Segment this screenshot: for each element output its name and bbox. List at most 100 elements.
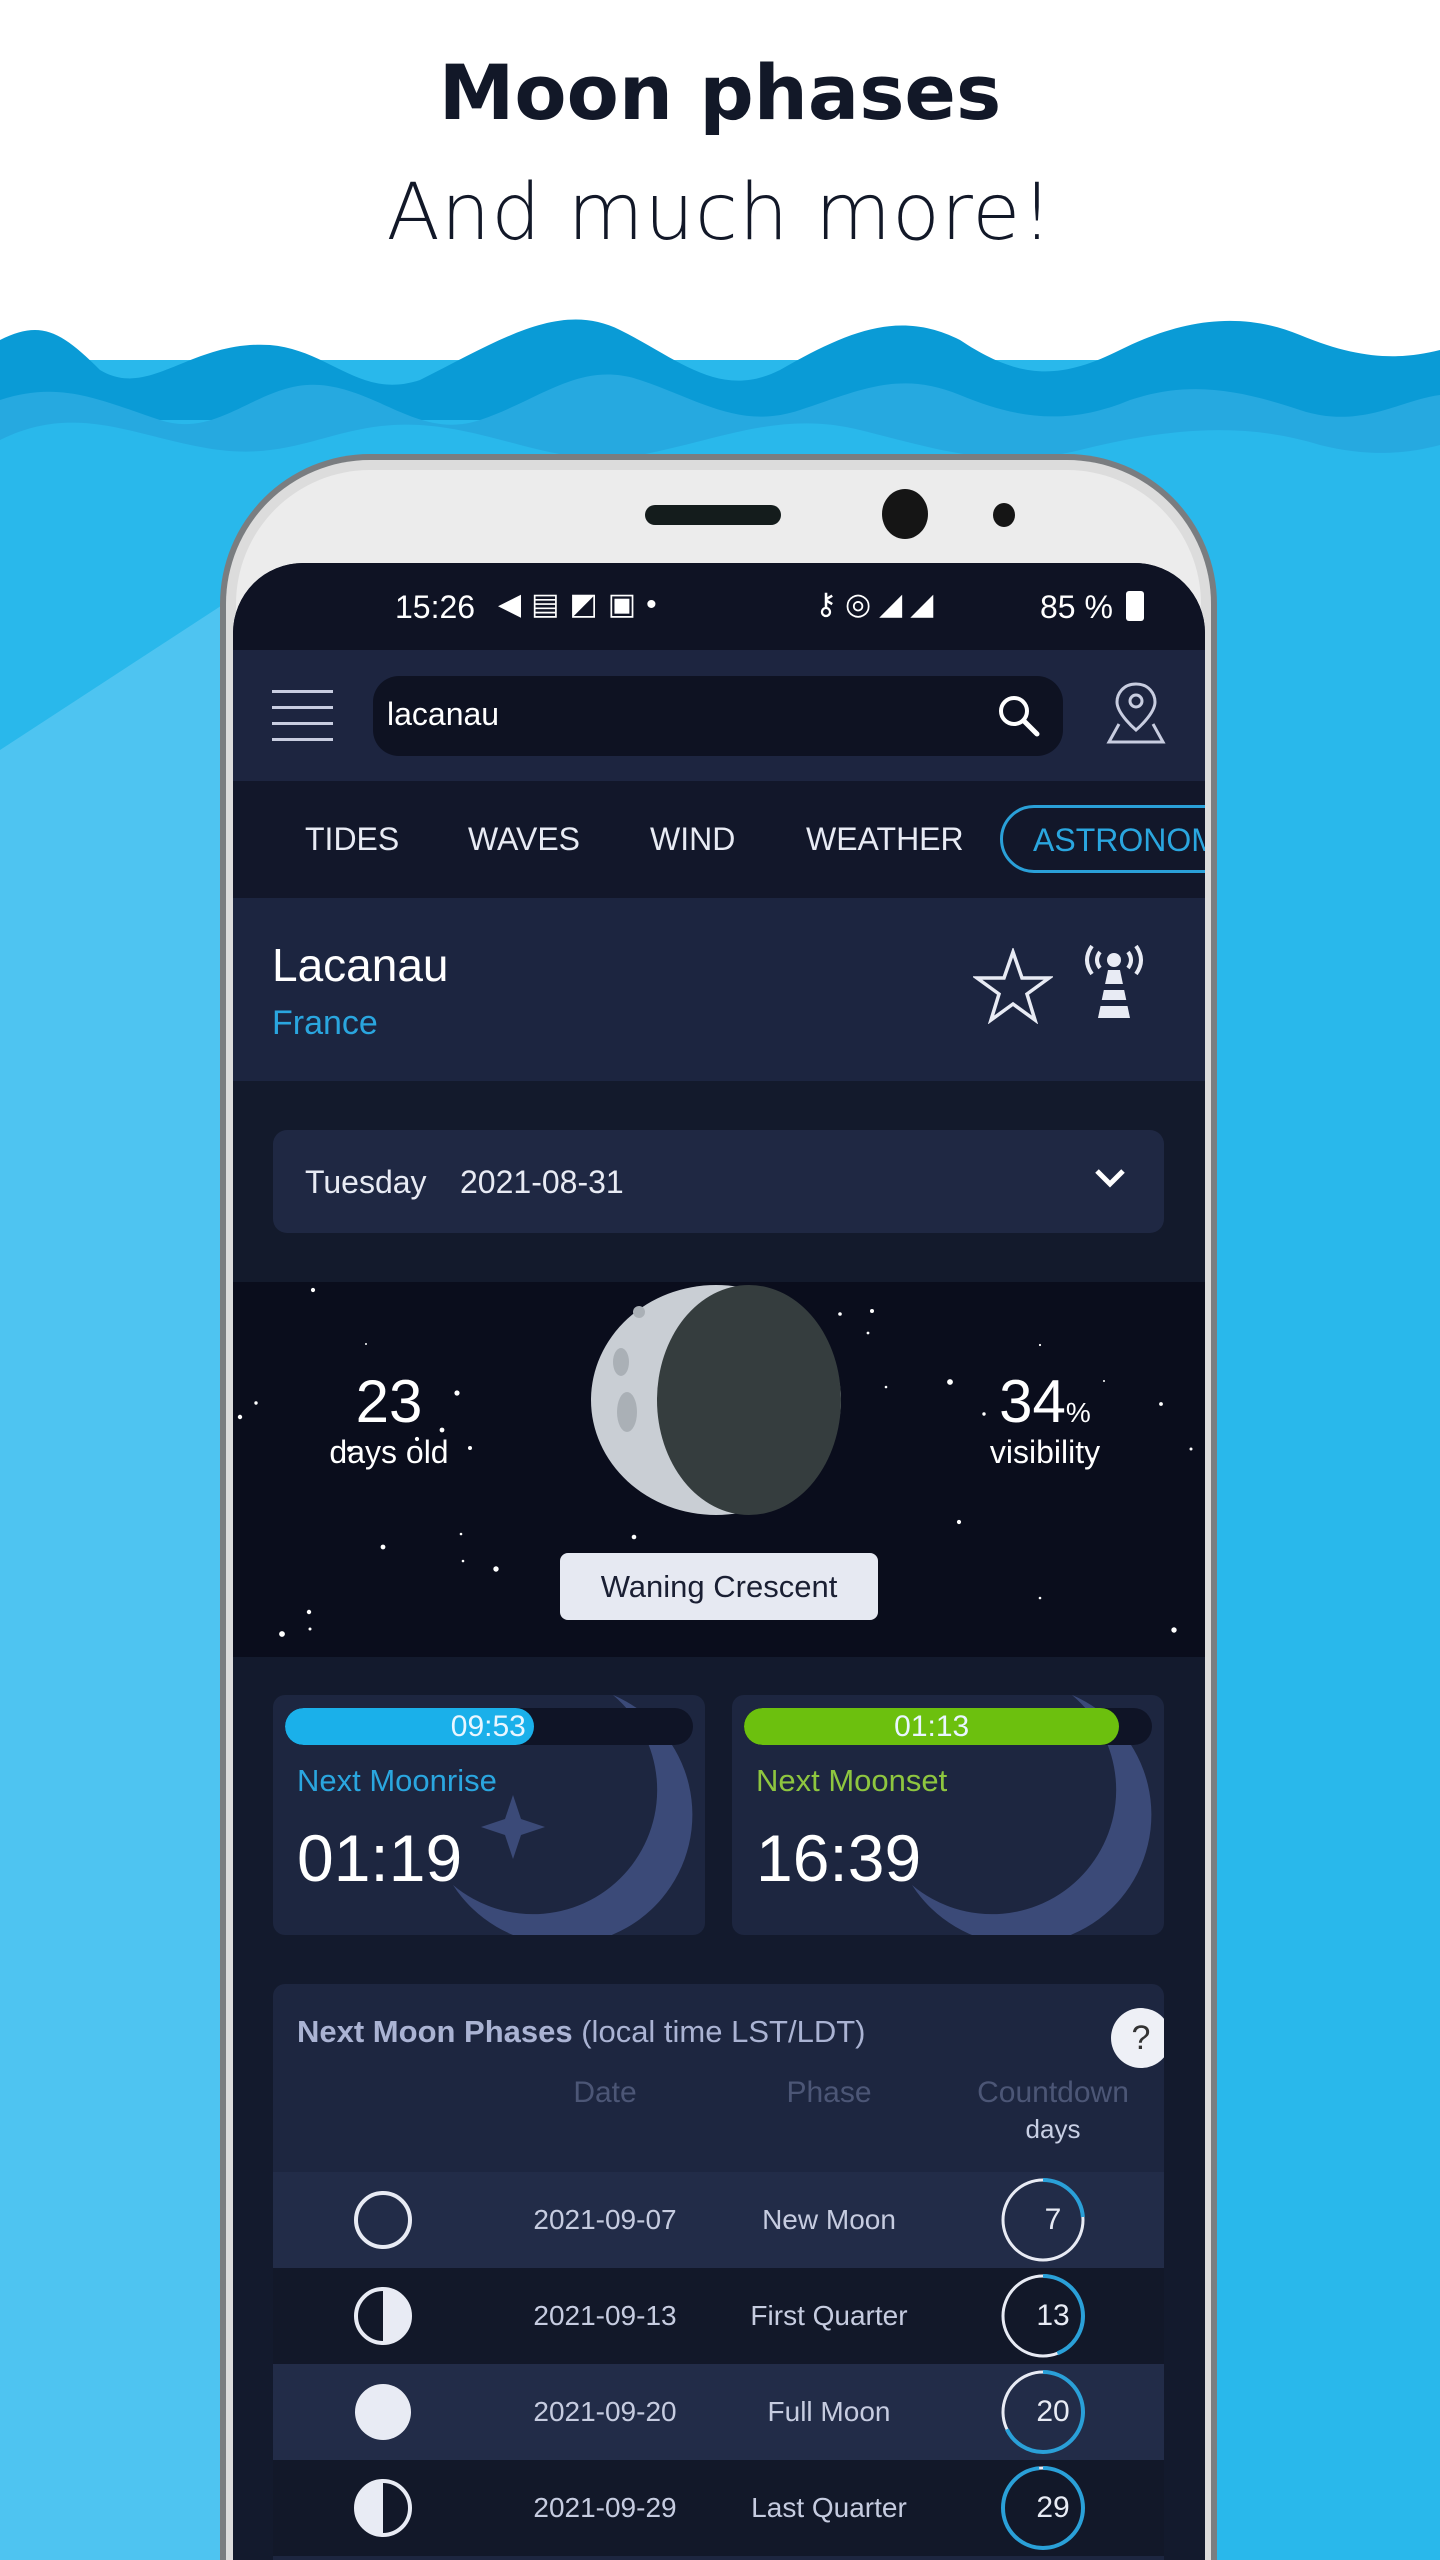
promo-subline: And much more! bbox=[386, 168, 1054, 258]
star bbox=[459, 1532, 463, 1536]
star bbox=[884, 1385, 888, 1389]
new-moon-icon bbox=[354, 2191, 412, 2249]
notification-icons: ◀▤◩▣• bbox=[498, 588, 667, 621]
tab-waves[interactable]: WAVES bbox=[468, 781, 580, 898]
tab-astronomy[interactable]: ASTRONOMY bbox=[1000, 805, 1205, 873]
tab-weather[interactable]: WEATHER bbox=[806, 781, 964, 898]
moonrise-time: 01:19 bbox=[297, 1821, 463, 1895]
star bbox=[461, 1559, 465, 1563]
location-country: France bbox=[272, 1004, 378, 1042]
countdown-days: 20 bbox=[1036, 2395, 1070, 2428]
star bbox=[866, 1331, 870, 1335]
moon-visibility-label: visibility bbox=[989, 1434, 1101, 1470]
star bbox=[308, 1627, 312, 1631]
visibility-value: 34 bbox=[999, 1368, 1066, 1435]
star bbox=[254, 1401, 258, 1405]
phone-sensor bbox=[993, 503, 1015, 527]
moonset-label: Next Moonset bbox=[756, 1763, 948, 1798]
phase-name: First Quarter bbox=[750, 2300, 908, 2331]
countdown-days: 29 bbox=[1036, 2491, 1070, 2524]
moon-phase-display: 23 days old 34% visibility Waning Cresce… bbox=[233, 1282, 1205, 1657]
status-time: 15:26 bbox=[395, 589, 476, 625]
column-header-unit: days bbox=[1025, 2114, 1081, 2144]
moonrise-label: Next Moonrise bbox=[297, 1763, 497, 1798]
first-quarter-icon bbox=[354, 2287, 412, 2345]
tab-wind[interactable]: WIND bbox=[650, 781, 735, 898]
star bbox=[380, 1544, 386, 1550]
phase-date: 2021-09-13 bbox=[533, 2300, 677, 2331]
star bbox=[310, 1287, 316, 1293]
phase-name: Last Quarter bbox=[751, 2492, 907, 2523]
last-quarter-icon bbox=[354, 2479, 412, 2537]
moonset-time: 16:39 bbox=[756, 1821, 922, 1895]
moon-image bbox=[591, 1285, 841, 1515]
hamburger-icon[interactable] bbox=[272, 690, 333, 741]
moonrise-progress-bar: 09:53 bbox=[285, 1708, 693, 1745]
table-row: 2021-09-29 Last Quarter 29 bbox=[273, 2460, 1164, 2556]
details-section: 09:53 Next Moonrise 01:19 01:13 Next Moo… bbox=[233, 1657, 1205, 2560]
star bbox=[493, 1566, 499, 1572]
phases-title: Next Moon Phases (local time LST/LDT) bbox=[297, 2014, 865, 2050]
phone-camera bbox=[882, 489, 928, 539]
star-icon[interactable] bbox=[973, 948, 1053, 1024]
location-header: Lacanau France bbox=[233, 898, 1205, 1081]
star bbox=[279, 1631, 285, 1637]
phone-speaker bbox=[645, 505, 781, 525]
moon-age-label: days old bbox=[329, 1434, 449, 1470]
tab-tides[interactable]: TIDES bbox=[305, 781, 399, 898]
star bbox=[1171, 1627, 1177, 1633]
help-button[interactable]: ? bbox=[1111, 2008, 1164, 2068]
moonset-card: 01:13 Next Moonset 16:39 bbox=[732, 1695, 1164, 1935]
phases-title-note: (local time LST/LDT) bbox=[572, 2014, 866, 2049]
app-screen: 15:26 ◀▤◩▣• ⚷◎◢◢ 85 % lacanau TIDES WAVE… bbox=[233, 563, 1205, 2560]
star bbox=[237, 1414, 243, 1420]
star bbox=[1159, 1402, 1163, 1406]
search-icon[interactable] bbox=[995, 692, 1043, 740]
countdown-days: 7 bbox=[1044, 2203, 1062, 2236]
tab-bar: TIDES WAVES WIND WEATHER ASTRONOMY bbox=[233, 781, 1205, 898]
moon-age: 23 bbox=[355, 1368, 423, 1435]
phases-title-bold: Next Moon Phases bbox=[297, 2014, 573, 2049]
visibility-unit: % bbox=[1065, 1397, 1091, 1428]
table-row: 2021-09-13 First Quarter 13 bbox=[273, 2268, 1164, 2364]
chevron-down-icon[interactable] bbox=[1093, 1166, 1127, 1190]
phase-name: New Moon bbox=[762, 2204, 896, 2235]
moon-visibility: 34% bbox=[945, 1367, 1145, 1436]
moon-phases-table: Next Moon Phases (local time LST/LDT) ? … bbox=[273, 1984, 1164, 2560]
full-moon-icon bbox=[355, 2384, 411, 2440]
search-input[interactable]: lacanau bbox=[373, 676, 1063, 756]
table-row: 2021-09-20 Full Moon 20 bbox=[273, 2364, 1164, 2460]
star bbox=[1189, 1447, 1193, 1451]
phase-name: Full Moon bbox=[767, 2396, 891, 2427]
star bbox=[631, 1534, 637, 1540]
promo-headline: Moon phases bbox=[438, 48, 1002, 137]
phase-date: 2021-09-07 bbox=[533, 2204, 677, 2235]
star bbox=[365, 1343, 367, 1345]
date-day: Tuesday bbox=[305, 1164, 427, 1200]
star bbox=[1038, 1596, 1042, 1600]
battery-icon bbox=[1126, 591, 1144, 621]
column-header-date: Date bbox=[573, 2076, 637, 2109]
star bbox=[1038, 1343, 1042, 1347]
table-row: 2021-09-07 New Moon 7 bbox=[273, 2172, 1164, 2268]
date-section: Tuesday 2021-08-31 bbox=[233, 1081, 1205, 1282]
tide-station-icon[interactable] bbox=[1078, 940, 1150, 1020]
phase-date: 2021-09-29 bbox=[533, 2492, 677, 2523]
moonrise-countdown: 09:53 bbox=[450, 1710, 526, 1743]
system-icons: ⚷◎◢◢ bbox=[815, 588, 942, 621]
phase-name-badge: Waning Crescent bbox=[560, 1553, 878, 1620]
moonset-countdown: 01:13 bbox=[894, 1710, 970, 1743]
location-name: Lacanau bbox=[272, 939, 449, 991]
column-header-phase: Phase bbox=[786, 2076, 872, 2109]
search-value: lacanau bbox=[387, 696, 500, 732]
map-pin-icon[interactable] bbox=[1105, 680, 1167, 746]
battery-level: 85 % bbox=[1040, 589, 1113, 625]
star bbox=[306, 1609, 312, 1615]
moonrise-card: 09:53 Next Moonrise 01:19 bbox=[273, 1695, 705, 1935]
date-value: 2021-08-31 bbox=[460, 1164, 624, 1200]
phase-date: 2021-09-20 bbox=[533, 2396, 677, 2427]
column-header-countdown: Countdown bbox=[977, 2076, 1129, 2109]
moonset-progress-bar: 01:13 bbox=[744, 1708, 1152, 1745]
app-header: lacanau bbox=[233, 650, 1205, 781]
date-dropdown[interactable]: Tuesday 2021-08-31 bbox=[273, 1130, 1164, 1233]
